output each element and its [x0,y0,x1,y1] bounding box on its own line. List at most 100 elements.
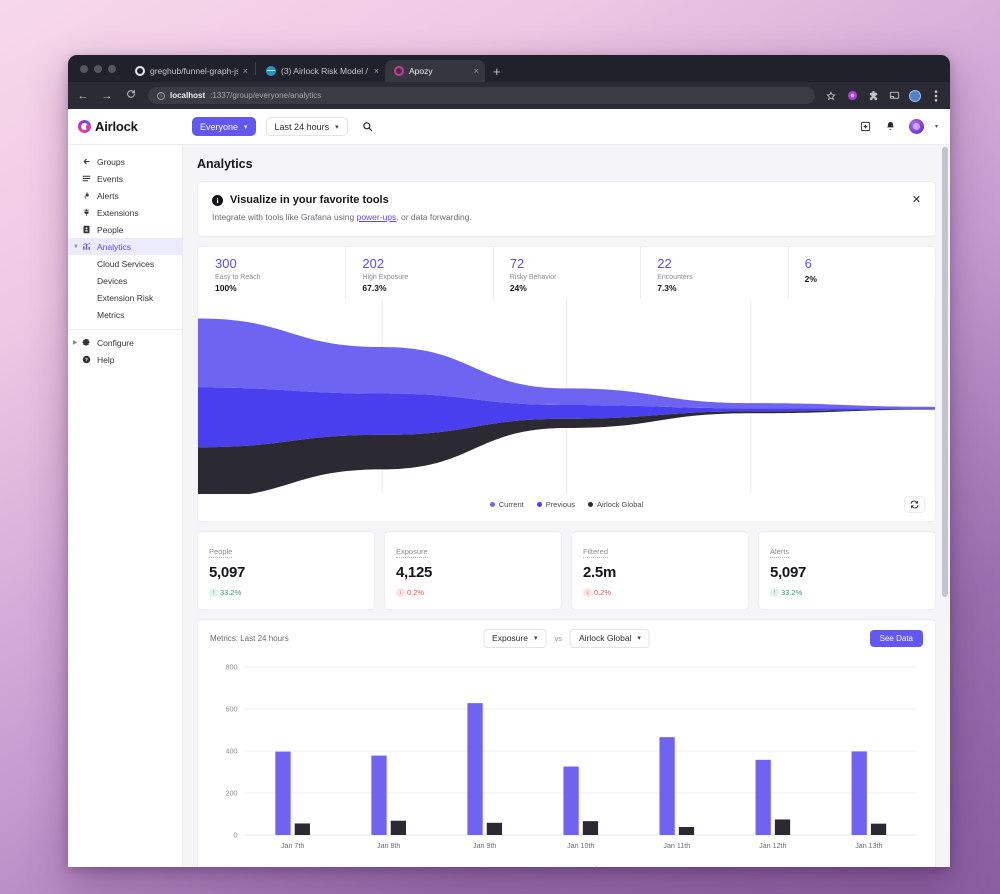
metric-select[interactable]: Exposure ▾ [483,628,547,648]
bar-chart-legend: Current Previous [210,865,923,867]
airlock-logo[interactable]: Airlock [78,119,182,134]
power-ups-link[interactable]: power-ups [357,212,397,222]
time-range-selector[interactable]: Last 24 hours ▾ [265,117,348,136]
site-info-icon[interactable]: i [157,91,165,100]
legend-item-airlock-global[interactable]: Airlock Global [587,499,644,509]
chevron-down-icon[interactable]: ▾ [935,123,938,130]
bar-current[interactable] [563,766,579,835]
group-scope-selector[interactable]: Everyone ▾ [192,117,256,136]
star-icon[interactable] [825,90,837,102]
bar-x-axis-labels: Jan 7th Jan 8th Jan 9th Jan 10th Jan 11th Jan… [281,843,883,850]
sidebar-item-analytics[interactable]: ▼ Analytics [68,238,182,255]
header-actions: ▾ [859,119,938,134]
sidebar-item-configure[interactable]: ▶ Configure [68,334,182,351]
sidebar-item-help[interactable]: ? Help [68,351,182,368]
sidebar-subitem-cloud-services[interactable]: Cloud Services [68,255,182,272]
profile-avatar-icon[interactable] [909,89,921,102]
browser-tab-1[interactable]: (3) Airlock Risk Model / Funnel × [257,60,385,82]
id-card-icon [82,225,91,234]
bar-previous[interactable] [390,820,407,835]
bar-previous[interactable] [486,822,503,835]
bar-current[interactable] [371,755,387,835]
cast-icon[interactable] [888,90,900,102]
chevron-down-icon: ▾ [533,635,538,643]
close-icon[interactable]: × [374,66,379,76]
bar-current[interactable] [659,737,675,835]
bar-previous[interactable] [870,823,887,835]
scrollbar-thumb[interactable] [942,147,948,597]
info-icon: i [212,194,223,206]
legend-label: Airlock Global [596,499,644,509]
add-icon[interactable] [859,120,873,134]
funnel-stat-4[interactable]: 6 2% [787,247,935,299]
window-minimize-button[interactable] [94,64,102,73]
kpi-label: Exposure [396,546,428,558]
sidebar-item-label: People [97,224,124,235]
sidebar-subitem-metrics[interactable]: Metrics [68,306,182,323]
airlock-ring-icon [78,120,91,133]
chevron-down-icon: ▾ [335,123,339,131]
sidebar-divider [68,329,182,330]
airlock-icon [394,66,404,76]
funnel-stat-2[interactable]: 72 Risky Behavior 24% [492,247,640,299]
extension-purple-icon[interactable] [846,90,858,102]
bar-y-axis-labels: 800 600 400 200 0 [226,664,238,839]
funnel-stat-3[interactable]: 22 Encounters 7.3% [640,247,787,299]
browser-tab-2[interactable]: Apozy × [385,60,485,82]
sidebar-item-alerts[interactable]: Alerts [68,187,182,204]
bar-previous[interactable] [582,821,599,835]
sidebar-item-people[interactable]: People [68,221,182,238]
funnel-stat-0[interactable]: 300 Easy to Reach 100% [198,256,345,293]
legend-label: Previous [580,865,609,867]
sidebar-item-label: Extensions [97,207,139,218]
notifications-icon[interactable] [884,120,898,134]
puzzle-icon[interactable] [867,90,879,102]
kpi-card-exposure[interactable]: Exposure 4,125 ↓ 0.2% [384,530,562,610]
legend-item-previous[interactable]: Previous [536,499,575,509]
browser-tab-0[interactable]: greghub/funnel-graph-js: SVG × [126,60,254,82]
legend-label: Current [498,499,524,509]
refresh-icon[interactable] [904,495,925,513]
legend-item-current[interactable]: Current [523,865,558,867]
sidebar-subitem-devices[interactable]: Devices [68,272,182,289]
chevron-down-icon[interactable]: ▼ [73,244,79,250]
back-icon[interactable]: ← [76,90,90,102]
new-tab-button[interactable]: + [485,60,509,82]
search-icon[interactable] [358,117,377,136]
sidebar-item-label: Alerts [97,190,119,201]
sidebar-subitem-extension-risk[interactable]: Extension Risk [68,289,182,306]
funnel-stat-1[interactable]: 202 High Exposure 67.3% [345,247,492,299]
content-scrollbar[interactable] [942,147,948,865]
sidebar-item-groups[interactable]: Groups [68,153,182,170]
legend-item-previous[interactable]: Previous [570,865,609,867]
legend-label: Previous [545,499,575,509]
kebab-menu-icon[interactable] [930,89,942,102]
bar-current[interactable] [851,751,867,835]
kpi-card-filtered[interactable]: Filtered 2.5m ↓ 0.2% [571,530,749,610]
kpi-card-people[interactable]: People 5,097 ↑ 33.2% [197,530,375,610]
sidebar-item-events[interactable]: Events [68,170,182,187]
url-input[interactable]: i localhost:1337/group/everyone/analytic… [148,87,815,104]
bar-current[interactable] [755,759,771,835]
bar-previous[interactable] [774,819,791,835]
forward-icon[interactable]: → [100,90,114,102]
window-maximize-button[interactable] [108,64,116,73]
bar-current[interactable] [467,703,483,835]
close-icon[interactable]: × [474,66,479,76]
reload-icon[interactable] [124,89,138,102]
window-close-button[interactable] [80,64,88,73]
bar-current[interactable] [275,751,291,835]
bar-previous[interactable] [294,823,310,835]
bar-previous[interactable] [678,826,695,835]
chevron-right-icon[interactable]: ▶ [73,339,78,346]
avatar[interactable] [908,119,924,134]
compare-select[interactable]: Airlock Global ▾ [569,628,650,648]
close-icon[interactable]: × [243,66,248,76]
sidebar-item-extensions[interactable]: Extensions [68,204,182,221]
legend-item-current[interactable]: Current [489,499,524,509]
visualize-banner: i Visualize in your favorite tools Integ… [197,181,936,237]
see-data-button[interactable]: See Data [869,629,923,647]
browser-window: greghub/funnel-graph-js: SVG × (3) Airlo… [68,55,950,867]
kpi-card-alerts[interactable]: Alerts 5,097 ↑ 33.2% [758,530,936,610]
close-icon[interactable]: ✕ [910,193,923,206]
